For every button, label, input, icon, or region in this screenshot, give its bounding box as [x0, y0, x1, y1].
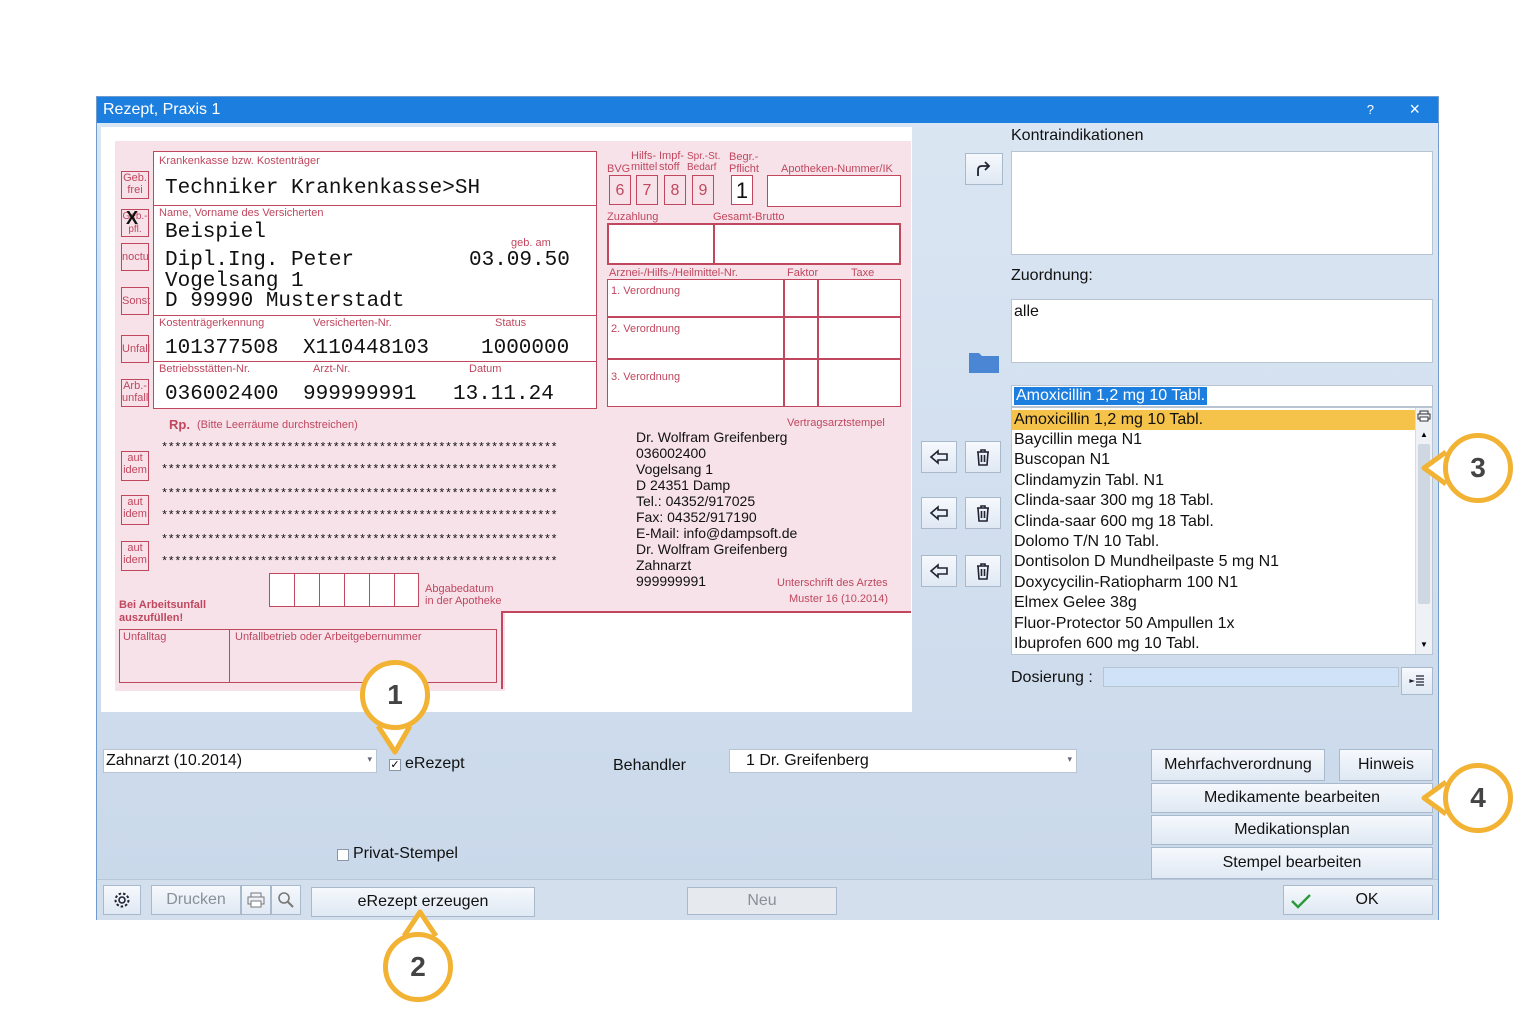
callout-pointers — [375, 449, 1448, 938]
callout-1: 1 — [360, 660, 430, 730]
callout-2: 2 — [383, 932, 453, 1002]
callout-3: 3 — [1443, 433, 1513, 503]
callout-4: 4 — [1443, 763, 1513, 833]
